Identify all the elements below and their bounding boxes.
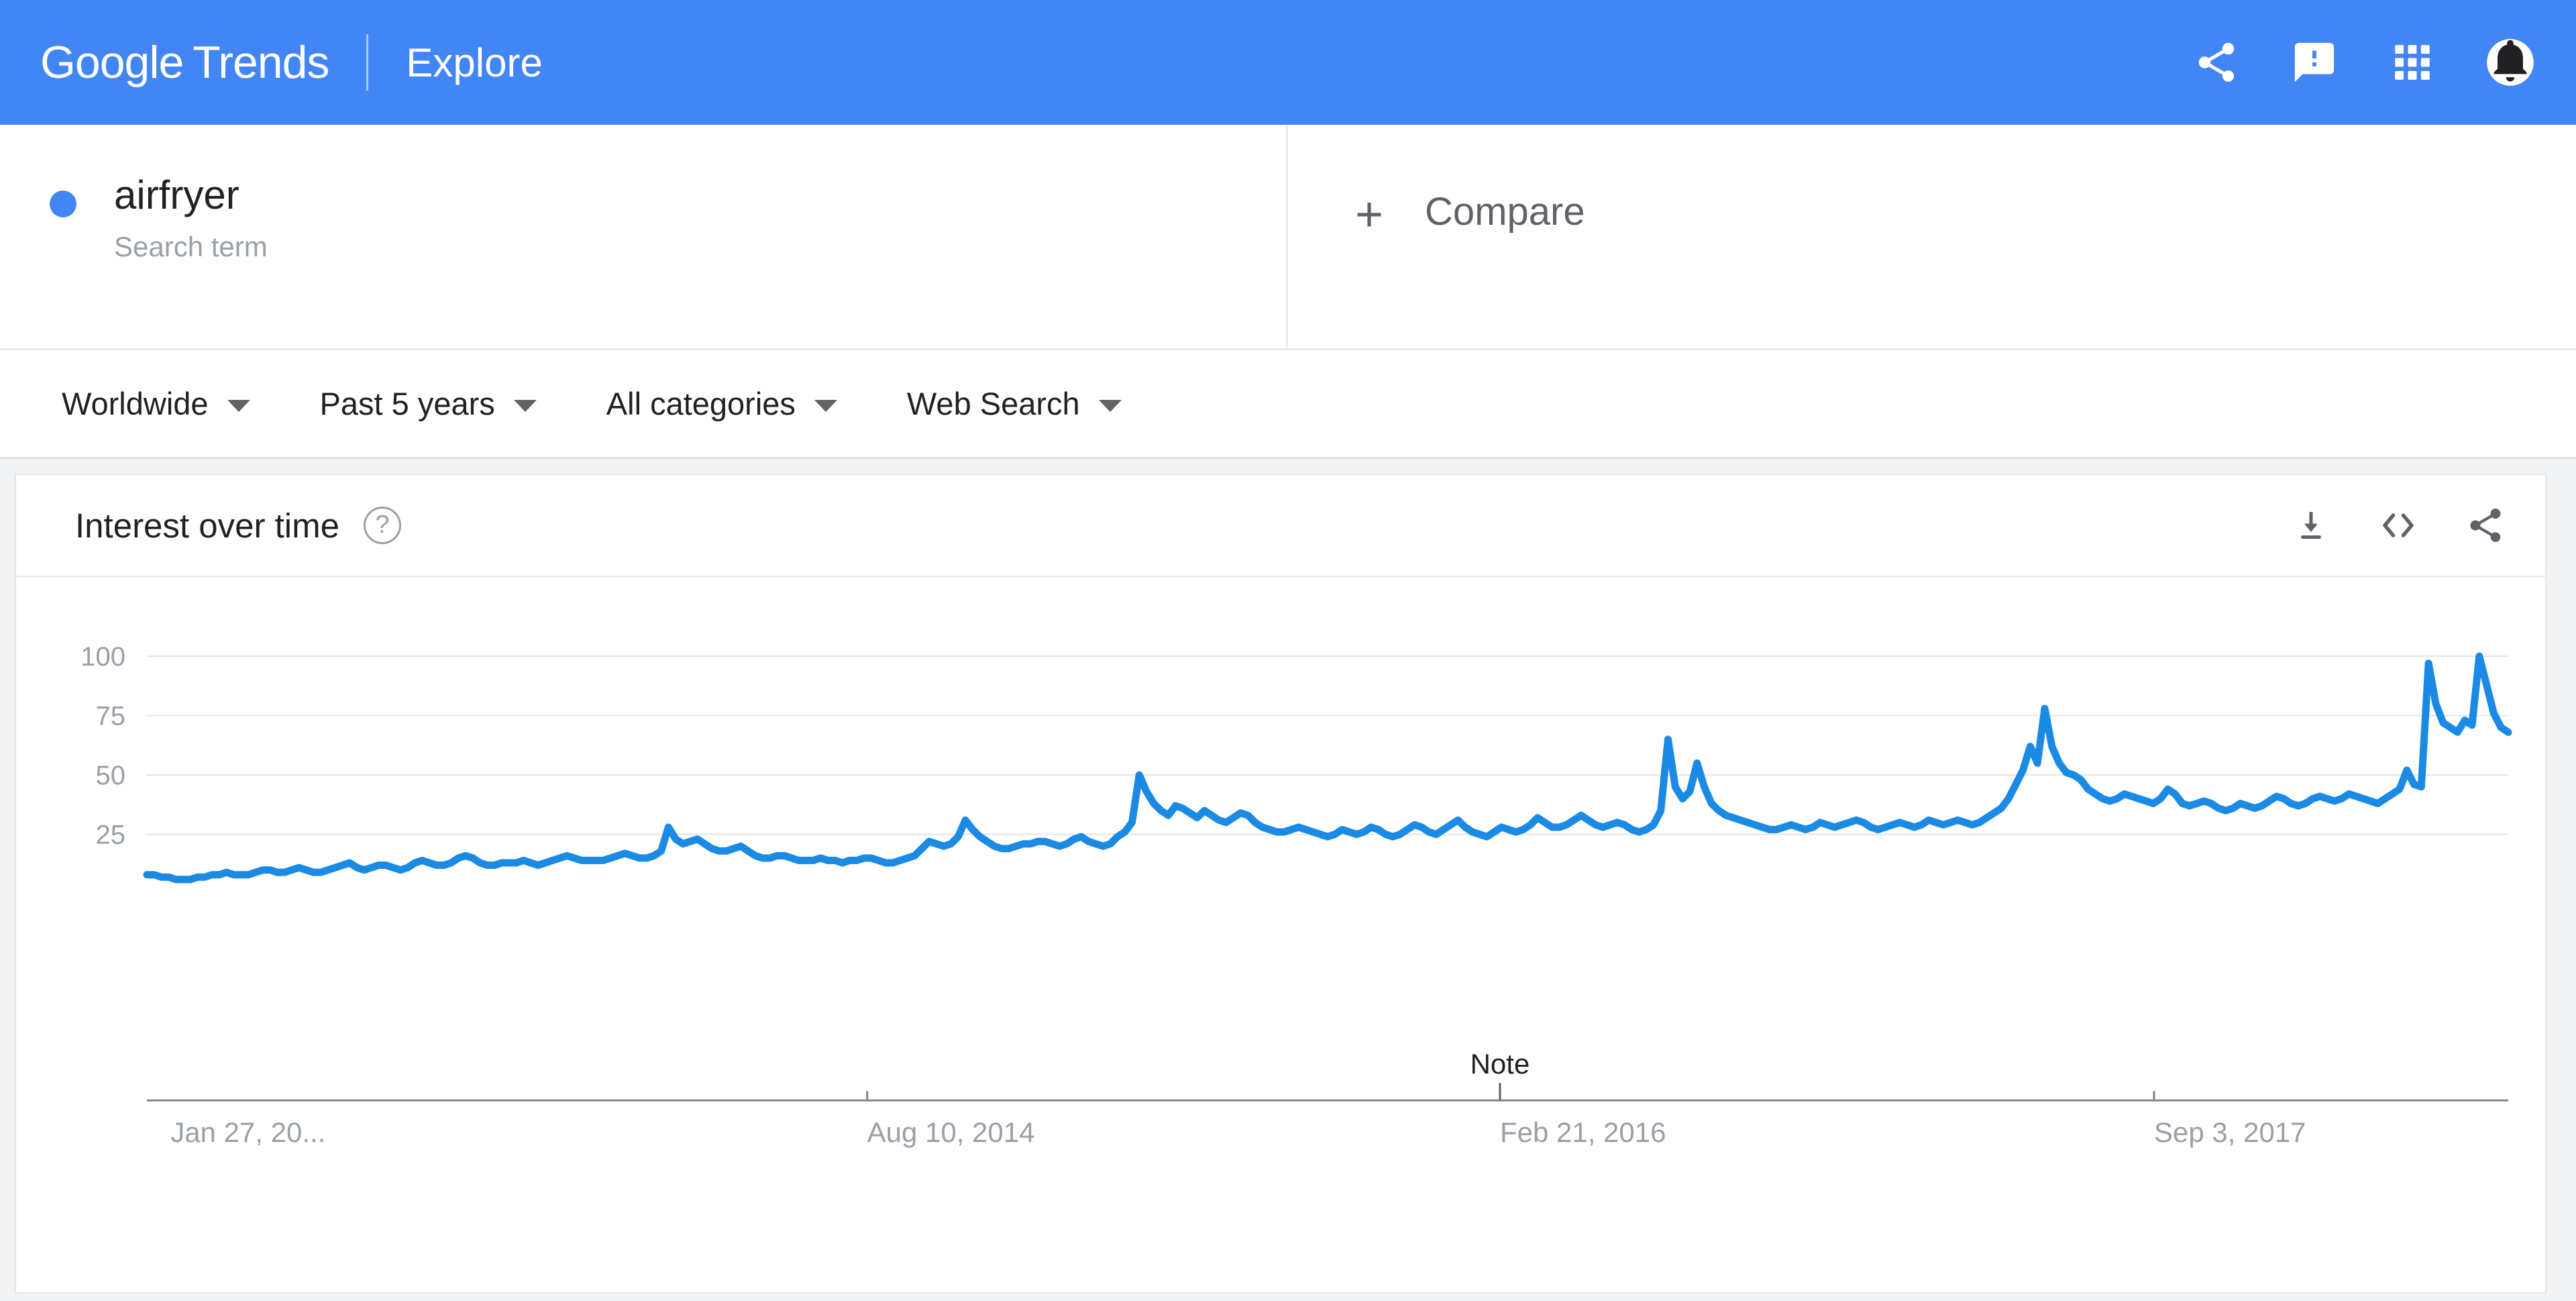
card-header: Interest over time ? <box>16 475 2545 577</box>
embed-icon[interactable] <box>2376 503 2420 548</box>
card-actions <box>2289 503 2508 548</box>
filter-bar: Worldwide Past 5 years All categories We… <box>0 350 2576 459</box>
chevron-down-icon <box>513 399 537 412</box>
category-filter-label: All categories <box>606 386 796 421</box>
interest-over-time-card: Interest over time ? 25 50 75 100 Jan 27… <box>15 474 2546 1294</box>
add-comparison-button[interactable]: + Compare <box>1288 125 2576 348</box>
category-filter[interactable]: All categories <box>606 385 837 422</box>
chart-canvas: 25 50 75 100 Jan 27, 20... Aug 10, 2014 Feb 21… <box>80 642 2512 1148</box>
explore-nav-link[interactable]: Explore <box>406 40 542 86</box>
plus-icon: + <box>1355 188 1384 242</box>
search-term-text: airfryer Search term <box>114 173 268 263</box>
y-axis-tick-label: 25 <box>96 821 126 850</box>
app-bar-actions <box>2190 36 2537 89</box>
x-axis-tick-label: Aug 10, 2014 <box>867 1116 1035 1148</box>
chevron-down-icon <box>227 399 250 412</box>
search-type-filter-label: Web Search <box>906 386 1080 421</box>
x-axis-tick-label: Feb 21, 2016 <box>1500 1116 1666 1148</box>
note-annotation-label[interactable]: Note <box>1470 1048 1530 1080</box>
time-range-filter[interactable]: Past 5 years <box>320 385 537 422</box>
apps-grid-icon[interactable] <box>2385 36 2439 89</box>
page-title: Interest over time <box>75 506 339 545</box>
brand-divider <box>366 34 369 91</box>
notifications-avatar-icon[interactable] <box>2483 36 2537 89</box>
compare-label: Compare <box>1425 190 1585 233</box>
chevron-down-icon <box>814 399 837 412</box>
brand-text: Google Trends <box>40 36 329 89</box>
search-term-cell[interactable]: airfryer Search term <box>0 125 1288 348</box>
brand-google-label: Google <box>40 37 184 88</box>
help-icon[interactable]: ? <box>363 507 401 544</box>
series-color-dot <box>50 191 76 217</box>
share-icon[interactable] <box>2463 503 2508 548</box>
share-icon[interactable] <box>2190 36 2243 89</box>
location-filter-label: Worldwide <box>62 386 209 421</box>
app-bar: Google Trends Explore <box>0 0 2576 125</box>
query-compare-row: airfryer Search term + Compare <box>0 125 2576 350</box>
search-type-filter[interactable]: Web Search <box>907 385 1122 422</box>
y-axis-tick-label: 100 <box>80 642 125 672</box>
y-axis-tick-label: 75 <box>96 702 126 731</box>
page-body: Interest over time ? 25 50 75 100 Jan 27… <box>0 459 2576 1301</box>
x-axis-tick-label: Sep 3, 2017 <box>2154 1116 2306 1148</box>
search-term-type: Search term <box>114 231 268 262</box>
y-axis-tick-label: 50 <box>96 761 126 790</box>
brand-trends-label: Trends <box>193 37 329 88</box>
interest-over-time-chart[interactable]: 25 50 75 100 Jan 27, 20... Aug 10, 2014 Feb 21… <box>16 577 2545 1294</box>
time-range-filter-label: Past 5 years <box>319 386 495 421</box>
brand-logo[interactable]: Google Trends <box>40 36 329 89</box>
location-filter[interactable]: Worldwide <box>62 385 250 422</box>
search-term-value: airfryer <box>114 172 239 217</box>
data-line-airfryer[interactable] <box>143 652 2512 884</box>
chevron-down-icon <box>1098 399 1122 412</box>
feedback-icon[interactable] <box>2288 36 2341 89</box>
x-axis-tick-label: Jan 27, 20... <box>170 1116 325 1148</box>
download-icon[interactable] <box>2289 503 2333 548</box>
